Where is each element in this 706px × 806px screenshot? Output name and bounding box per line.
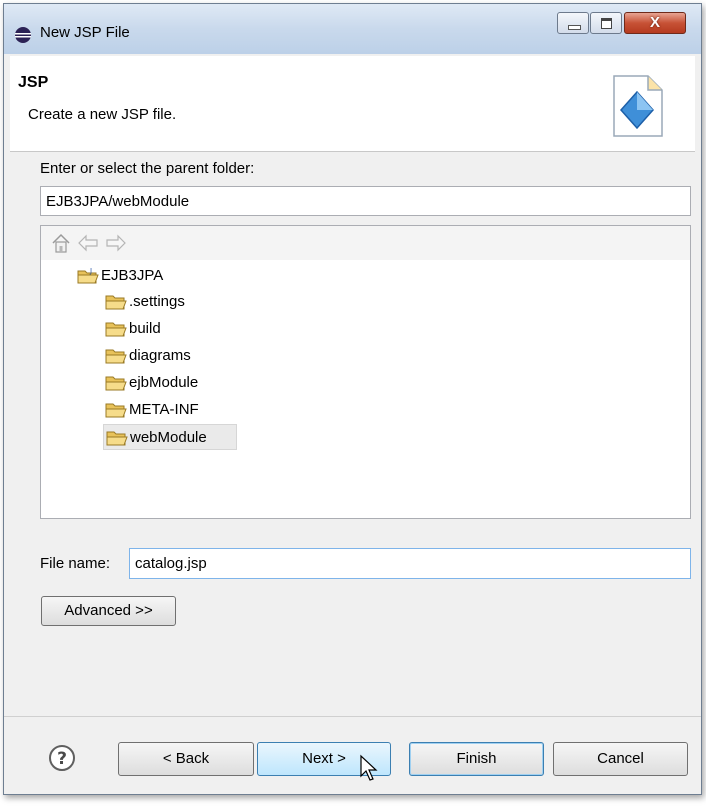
tree-item-label: webModule — [130, 429, 207, 446]
tree-item-project[interactable]: J EJB3JPA — [75, 263, 215, 289]
folder-icon — [105, 403, 127, 418]
svg-text:?: ? — [57, 749, 67, 769]
page-description: Create a new JSP file. — [28, 106, 177, 123]
wizard-banner: JSP Create a new JSP file. — [10, 56, 695, 152]
folder-icon — [105, 349, 127, 364]
help-icon[interactable]: ? — [48, 744, 76, 772]
close-button[interactable]: X — [624, 12, 686, 34]
parent-folder-input[interactable] — [40, 186, 691, 216]
folder-tree[interactable]: J EJB3JPA .settings build diagrams ejbMo… — [40, 225, 691, 519]
tree-item-webmodule[interactable]: webModule — [103, 424, 237, 450]
cancel-button[interactable]: Cancel — [553, 742, 688, 776]
folder-icon — [106, 431, 128, 446]
new-jsp-file-dialog: New JSP File X JSP Create a new JSP file… — [3, 3, 702, 795]
maximize-button[interactable] — [590, 12, 622, 34]
minimize-icon — [568, 25, 581, 30]
folder-icon — [105, 295, 127, 310]
window-title: New JSP File — [40, 24, 130, 41]
wizard-content: Enter or select the parent folder: EJB3J… — [10, 152, 695, 712]
tree-item-build[interactable]: build — [103, 316, 243, 342]
folder-icon — [105, 322, 127, 337]
file-name-input[interactable] — [129, 548, 691, 579]
advanced-button[interactable]: Advanced >> — [41, 596, 176, 626]
home-icon[interactable] — [51, 232, 71, 254]
tree-item-label: build — [129, 320, 161, 337]
close-icon: X — [649, 14, 660, 31]
forward-arrow-icon[interactable] — [105, 234, 127, 252]
file-name-label: File name: — [40, 555, 111, 572]
back-button[interactable]: < Back — [118, 742, 254, 776]
jsp-file-wizard-icon — [613, 75, 663, 137]
finish-button[interactable]: Finish — [409, 742, 544, 776]
eclipse-icon — [15, 27, 31, 43]
minimize-button[interactable] — [557, 12, 589, 34]
project-icon: J — [77, 267, 99, 284]
mouse-cursor-icon — [360, 754, 378, 781]
parent-folder-label: Enter or select the parent folder: — [40, 160, 255, 177]
maximize-icon — [601, 18, 612, 29]
tree-item-meta-inf[interactable]: META-INF — [103, 397, 243, 423]
tree-navigation-bar — [41, 226, 690, 260]
title-bar[interactable]: New JSP File X — [4, 4, 701, 54]
tree-item-label: META-INF — [129, 401, 199, 418]
button-bar-separator — [4, 716, 701, 717]
svg-text:J: J — [89, 267, 92, 275]
tree-item-label: ejbModule — [129, 374, 199, 391]
tree-item-settings[interactable]: .settings — [103, 289, 243, 315]
tree-item-diagrams[interactable]: diagrams — [103, 343, 243, 369]
tree-item-label: .settings — [129, 293, 185, 310]
tree-item-label: diagrams — [129, 347, 191, 364]
page-title: JSP — [18, 74, 49, 91]
tree-item-label: EJB3JPA — [101, 267, 164, 284]
folder-icon — [105, 376, 127, 391]
back-arrow-icon[interactable] — [77, 234, 99, 252]
tree-item-ejbmodule[interactable]: ejbModule — [103, 370, 243, 396]
